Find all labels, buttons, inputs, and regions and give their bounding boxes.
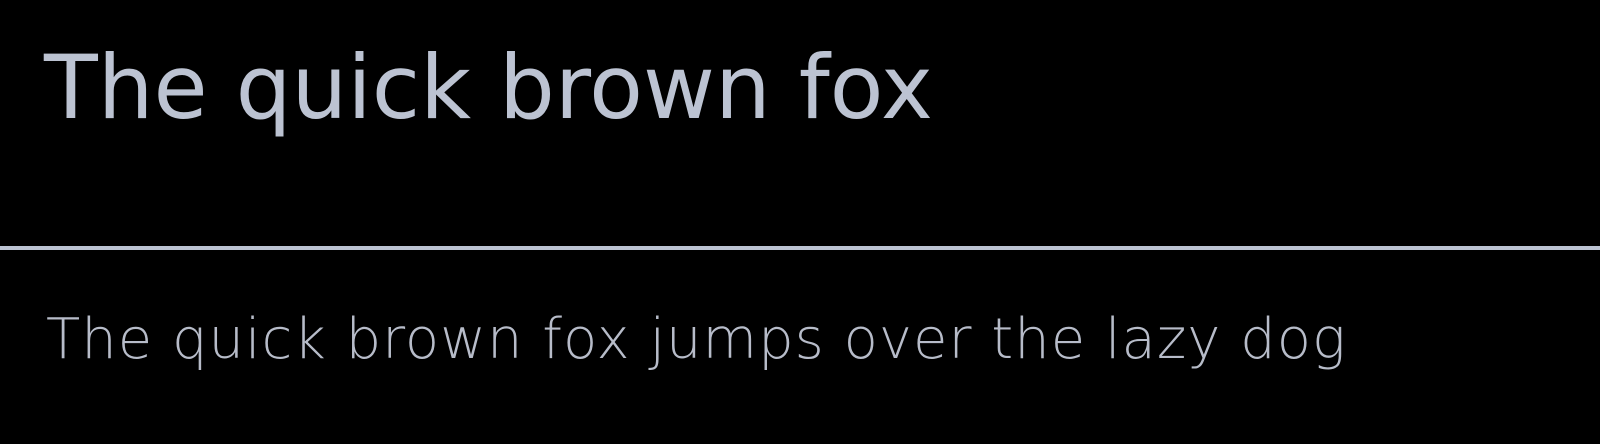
specimen-sample-text: The quick brown fox jumps over the lazy …	[46, 307, 1347, 372]
specimen-heading: The quick brown fox	[44, 36, 933, 139]
font-specimen: The quick brown fox The quick brown fox …	[0, 0, 1600, 444]
divider-line	[0, 246, 1600, 250]
